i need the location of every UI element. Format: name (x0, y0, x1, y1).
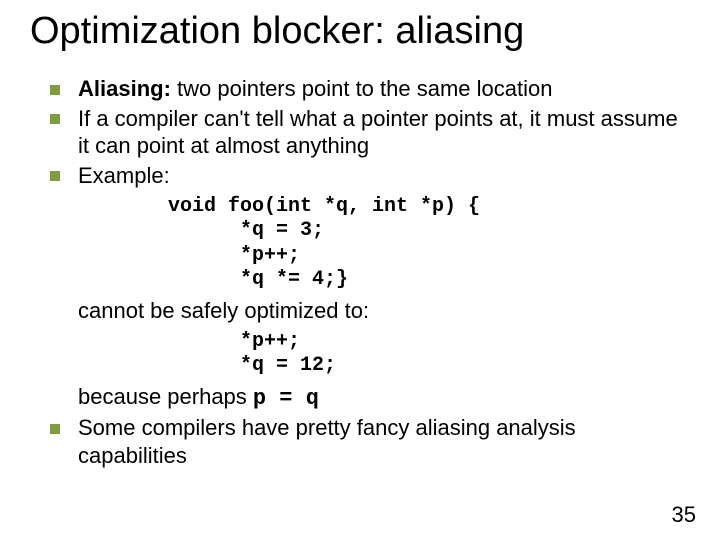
text-cannot-optimize: cannot be safely optimized to: (50, 297, 690, 325)
bullet-example-label: Example: (50, 162, 690, 190)
code-block-foo: void foo(int *q, int *p) { *q = 3; *p++;… (50, 195, 690, 293)
code-foo: void foo(int *q, int *p) { *q = 3; *p++;… (78, 195, 690, 293)
bullet-fancy-analysis: Some compilers have pretty fancy aliasin… (50, 414, 690, 469)
aliasing-term: Aliasing: (78, 76, 171, 101)
code-line: void foo(int *q, int *p) { (168, 195, 480, 218)
code-line: *p++; (168, 244, 300, 267)
text-because-perhaps: because perhaps p = q (50, 383, 690, 413)
code-block-optimized: *p++; *q = 12; (50, 330, 690, 379)
because-pre: because perhaps (78, 384, 253, 409)
inline-code-p-eq-q: p = q (253, 386, 319, 411)
aliasing-rest: two pointers point to the same location (171, 76, 553, 101)
code-optimized: *p++; *q = 12; (78, 330, 690, 379)
code-line: *q = 12; (168, 354, 336, 377)
bullet-compiler-assume: If a compiler can't tell what a pointer … (50, 105, 690, 160)
page-number: 35 (672, 502, 696, 528)
code-line: *q = 3; (168, 219, 324, 242)
slide: Optimization blocker: aliasing Aliasing:… (0, 0, 720, 540)
slide-title: Optimization blocker: aliasing (30, 10, 690, 53)
bullet-aliasing-def: Aliasing: two pointers point to the same… (50, 75, 690, 103)
code-line: *p++; (168, 330, 300, 353)
slide-body: Aliasing: two pointers point to the same… (30, 75, 690, 469)
code-line: *q *= 4;} (168, 268, 348, 291)
